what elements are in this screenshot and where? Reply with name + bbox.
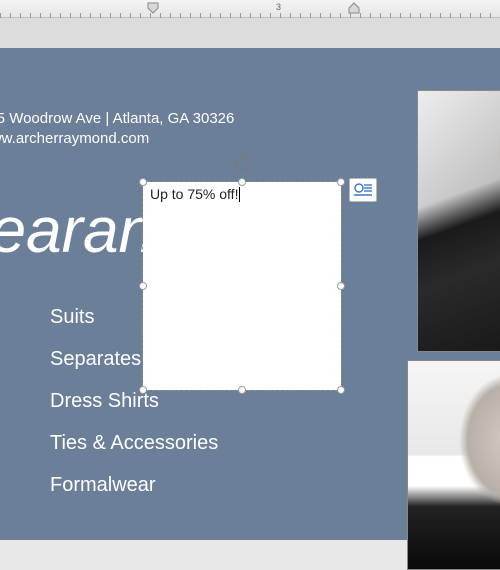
- resize-handle-nw[interactable]: [139, 178, 147, 186]
- address-line: 415 Woodrow Ave | Atlanta, GA 30326: [0, 110, 234, 127]
- resize-handle-se[interactable]: [337, 386, 345, 394]
- horizontal-ruler[interactable]: 3: [0, 0, 500, 18]
- layout-options-icon: [353, 182, 373, 198]
- website-line: www.archerraymond.com: [0, 130, 149, 147]
- rotate-handle[interactable]: [233, 154, 251, 172]
- indent-marker-left[interactable]: [147, 2, 159, 14]
- model-photo-bottom[interactable]: [407, 360, 500, 570]
- resize-handle-n[interactable]: [238, 178, 246, 186]
- text-box-content[interactable]: Up to 75% off!: [150, 186, 240, 202]
- resize-handle-e[interactable]: [337, 282, 345, 290]
- selected-text-box[interactable]: Up to 75% off!: [143, 182, 341, 390]
- selection-outline: [142, 181, 342, 391]
- category-item: Ties & Accessories: [50, 422, 218, 464]
- ruler-tick-label: 3: [276, 2, 281, 12]
- text-box-text: Up to 75% off!: [150, 186, 238, 202]
- resize-handle-s[interactable]: [238, 386, 246, 394]
- canvas-background: 415 Woodrow Ave | Atlanta, GA 30326 www.…: [0, 18, 500, 500]
- text-cursor: [239, 187, 240, 202]
- model-photo-top[interactable]: [417, 90, 500, 352]
- resize-handle-ne[interactable]: [337, 178, 345, 186]
- resize-handle-sw[interactable]: [139, 386, 147, 394]
- resize-handle-w[interactable]: [139, 282, 147, 290]
- flyer-page: 415 Woodrow Ave | Atlanta, GA 30326 www.…: [0, 48, 500, 540]
- layout-options-button[interactable]: [349, 178, 377, 202]
- indent-marker-right[interactable]: [348, 2, 360, 14]
